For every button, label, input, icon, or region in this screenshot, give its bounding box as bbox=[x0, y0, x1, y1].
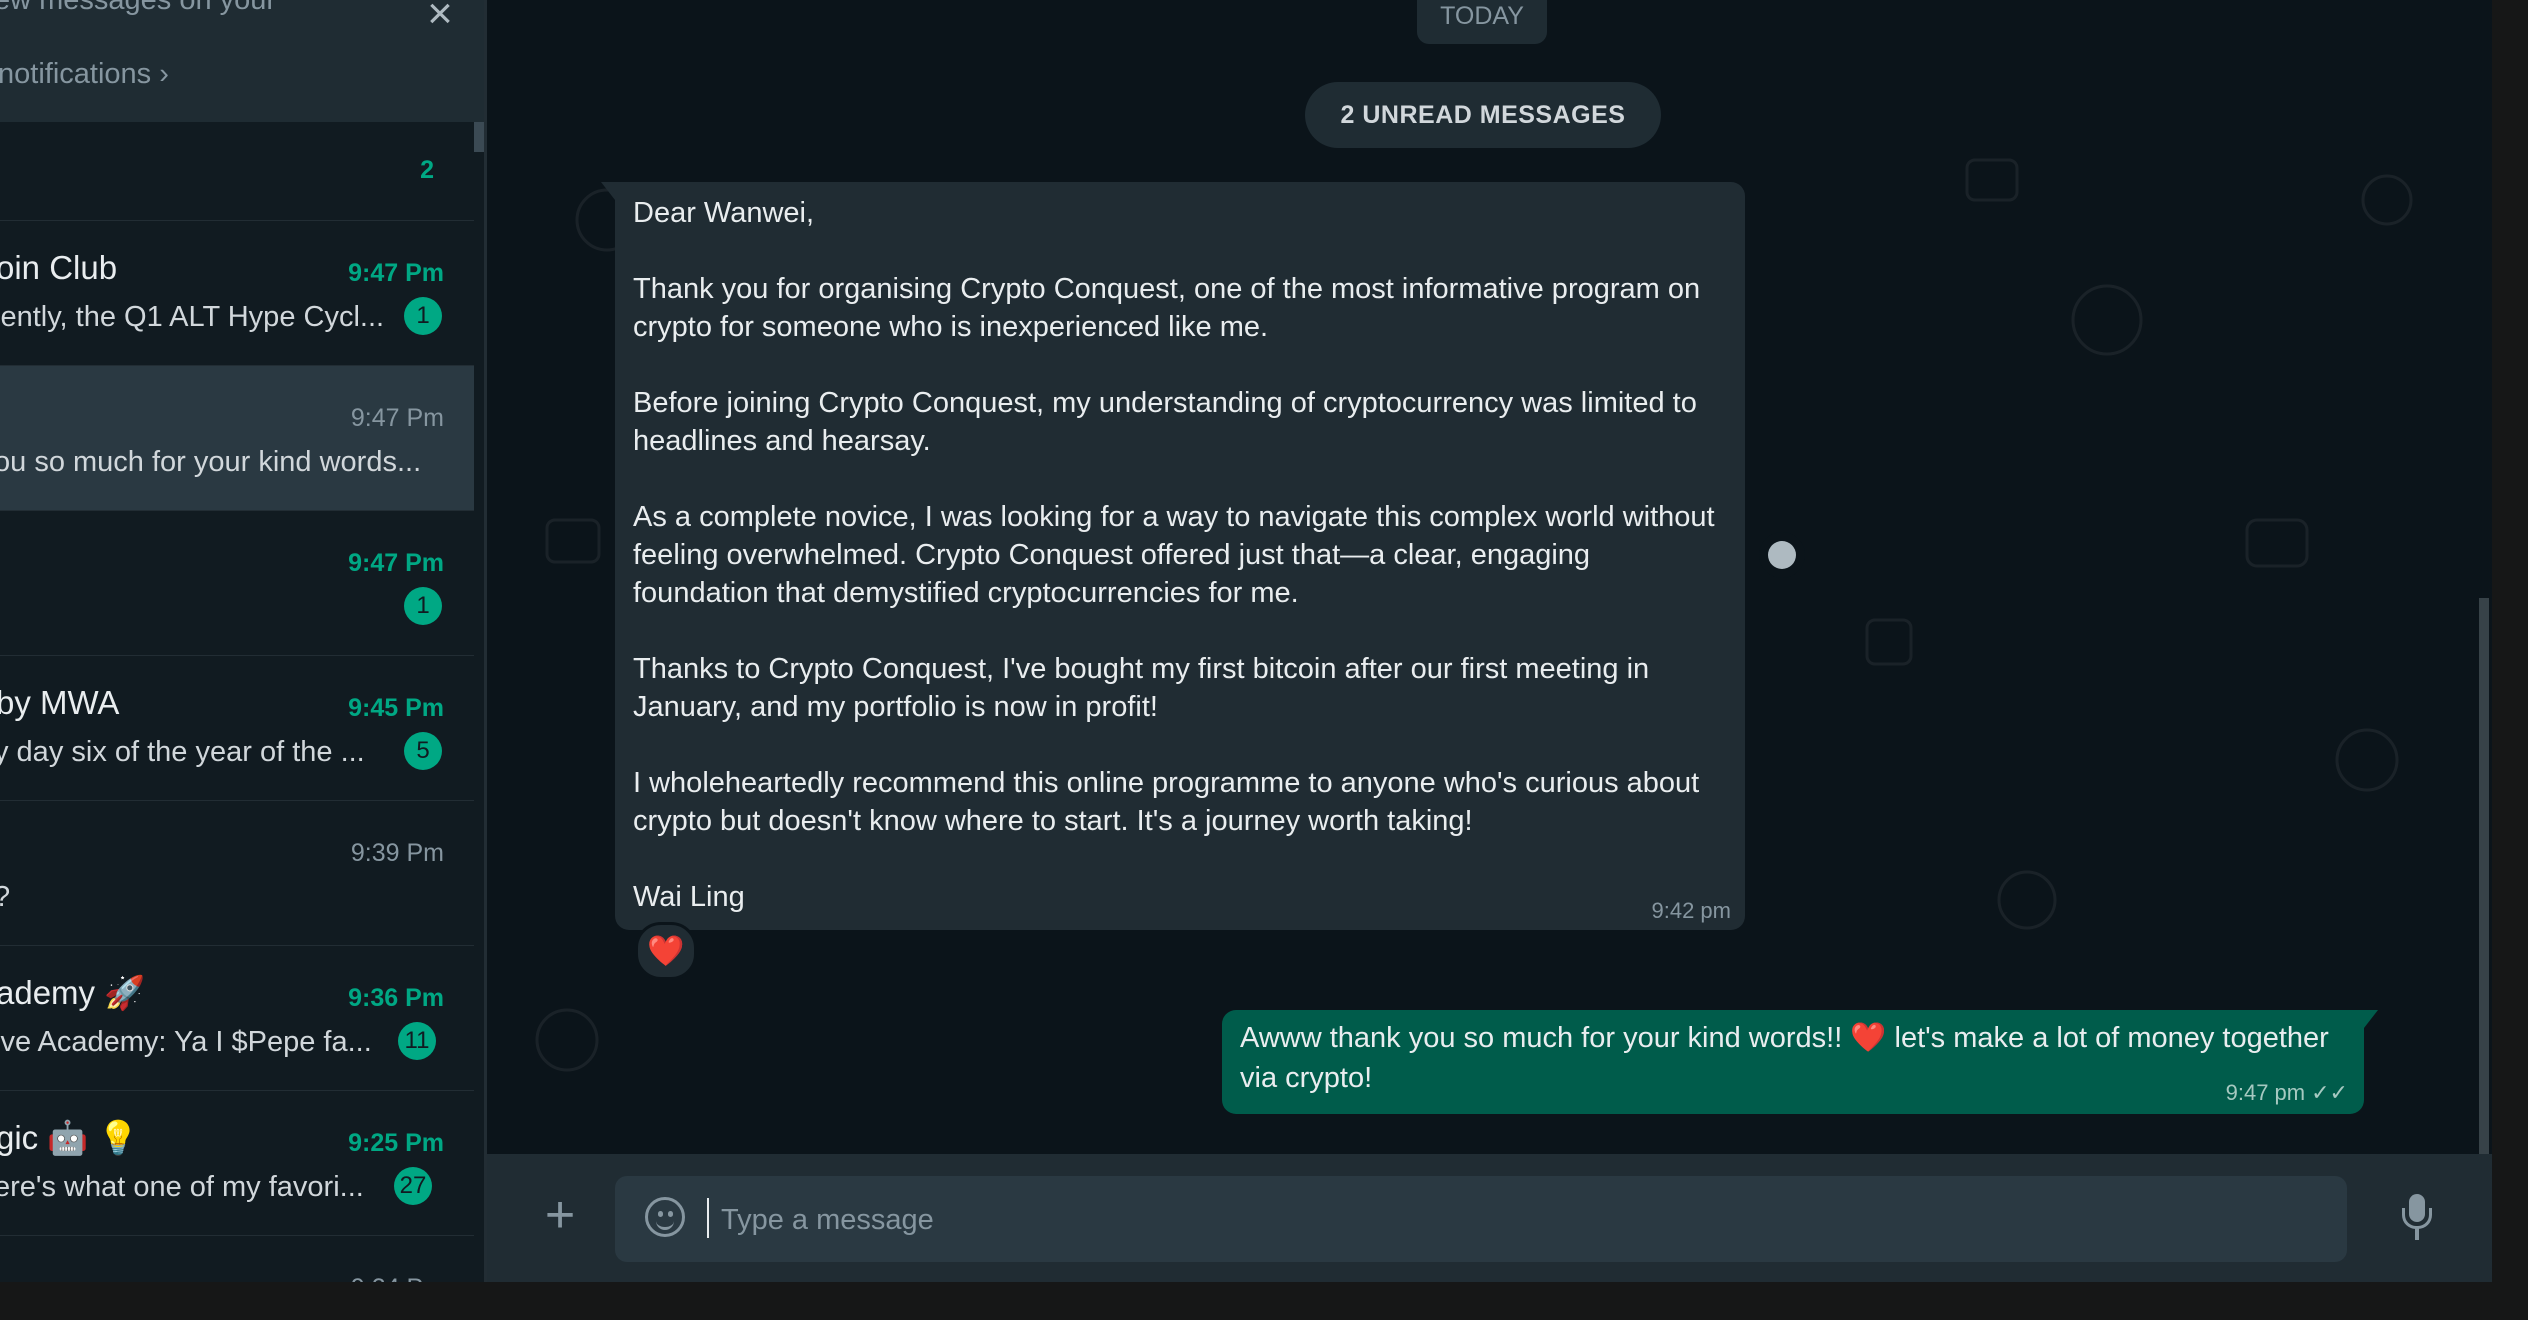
sidebar-scrollbar[interactable] bbox=[474, 122, 484, 152]
unread-badge: 11 bbox=[398, 1022, 436, 1060]
chat-name: by MWA bbox=[0, 684, 120, 721]
turn-on-notifications-link[interactable]: notifications › bbox=[0, 58, 169, 91]
message-time: 9:42 pm bbox=[1651, 898, 1732, 923]
message-paragraph: I wholeheartedly recommend this online p… bbox=[633, 767, 1700, 837]
chat-list-item[interactable]: by MWA 9:45 Pm y day six of the year of … bbox=[0, 656, 474, 801]
react-emoji-icon[interactable] bbox=[1759, 532, 1805, 578]
chat-name: gic 🤖 💡 bbox=[0, 1119, 139, 1156]
conversation-pane: TODAY 2 UNREAD MESSAGES Dear Wanwei, Tha… bbox=[487, 0, 2492, 1282]
chat-list-item[interactable]: 9:39 Pm ? bbox=[0, 801, 474, 946]
close-icon[interactable]: × bbox=[418, 0, 462, 36]
chat-sidebar: ew messages on your notifications › × 2 … bbox=[0, 0, 487, 1282]
chat-preview: lently, the Q1 ALT Hype Cycl... bbox=[0, 301, 385, 333]
notification-banner: ew messages on your notifications › × bbox=[0, 0, 484, 122]
message-signature: Wai Ling bbox=[633, 881, 745, 913]
chat-name: oin Club bbox=[0, 249, 118, 286]
outgoing-message-text: Awww thank you so much for your kind wor… bbox=[1240, 1018, 2346, 1098]
chat-time: 9:24 Pm bbox=[351, 1274, 444, 1282]
message-composer: + bbox=[487, 1154, 2492, 1282]
chat-list-item[interactable]: gic 🤖 💡 9:25 Pm ere's what one of my fav… bbox=[0, 1091, 474, 1236]
date-divider: TODAY bbox=[1417, 0, 1547, 44]
message-text: Awww thank you so much for your kind wor… bbox=[1240, 1022, 1851, 1054]
heart-emoji: ❤️ bbox=[1850, 1022, 1887, 1054]
mic-icon[interactable] bbox=[2397, 1194, 2437, 1244]
chat-list-item[interactable]: ademy 🚀 9:36 Pm ive Academy: Ya I $Pepe … bbox=[0, 946, 474, 1091]
chat-list-item[interactable]: 2 bbox=[0, 122, 474, 221]
chat-preview: ? bbox=[0, 881, 10, 914]
message-time-text: 9:47 pm bbox=[2225, 1080, 2306, 1105]
chat-preview: ere's what one of my favori... bbox=[0, 1171, 364, 1203]
unread-badge: 5 bbox=[404, 732, 442, 770]
plus-icon[interactable]: + bbox=[537, 1189, 583, 1241]
chat-name: ademy 🚀 bbox=[0, 974, 146, 1011]
chat-time: 9:36 Pm bbox=[348, 984, 444, 1012]
unread-count: 2 bbox=[420, 156, 434, 184]
outgoing-message-bubble[interactable]: Awww thank you so much for your kind wor… bbox=[1222, 1010, 2378, 1114]
chat-list-item[interactable]: oin Club 9:47 Pm lently, the Q1 ALT Hype… bbox=[0, 221, 474, 366]
unread-badge: 1 bbox=[404, 297, 442, 335]
double-check-icon: ✓✓ bbox=[2311, 1080, 2348, 1105]
conversation-scrollbar[interactable] bbox=[2479, 598, 2489, 1154]
chat-preview: ou so much for your kind words... bbox=[0, 446, 422, 478]
chat-time: 9:47 Pm bbox=[350, 404, 444, 432]
message-paragraph: Before joining Crypto Conquest, my under… bbox=[633, 387, 1697, 457]
chat-time: 9:39 Pm bbox=[350, 839, 444, 867]
chat-preview: y day six of the year of the ... bbox=[0, 736, 365, 768]
chat-list-item[interactable]: 9:47 Pm 1 bbox=[0, 511, 474, 656]
message-paragraph: Thanks to Crypto Conquest, I've bought m… bbox=[633, 653, 1650, 723]
whatsapp-app: ew messages on your notifications › × 2 … bbox=[0, 0, 2492, 1282]
message-paragraph: Thank you for organising Crypto Conquest… bbox=[633, 273, 1701, 343]
incoming-message-bubble[interactable]: Dear Wanwei, Thank you for organising Cr… bbox=[601, 182, 1745, 930]
message-paragraph: Dear Wanwei, bbox=[633, 197, 815, 229]
chat-list-item-selected[interactable]: 9:47 Pm ou so much for your kind words..… bbox=[0, 366, 474, 511]
chat-time: 9:25 Pm bbox=[348, 1129, 444, 1157]
notification-banner-text: ew messages on your bbox=[0, 0, 277, 16]
heart-reaction[interactable]: ❤️ bbox=[635, 922, 697, 980]
message-input[interactable] bbox=[719, 1196, 2323, 1244]
message-time: 9:47 pm ✓✓ bbox=[2226, 1080, 2348, 1106]
unread-badge: 27 bbox=[394, 1167, 432, 1205]
message-input-box bbox=[615, 1176, 2347, 1262]
message-paragraph: As a complete novice, I was looking for … bbox=[633, 501, 1715, 609]
chat-preview: ive Academy: Ya I $Pepe fa... bbox=[0, 1026, 372, 1058]
emoji-icon[interactable] bbox=[645, 1197, 685, 1237]
chat-time: 9:47 Pm bbox=[348, 549, 444, 577]
chat-time: 9:47 Pm bbox=[348, 259, 444, 287]
chat-list-item[interactable]: 9:24 Pm bbox=[0, 1236, 474, 1282]
chat-time: 9:45 Pm bbox=[348, 694, 444, 722]
bubble-tail bbox=[2364, 1010, 2378, 1028]
bubble-tail bbox=[601, 182, 615, 200]
unread-badge: 1 bbox=[404, 587, 442, 625]
text-caret bbox=[707, 1198, 709, 1238]
unread-messages-divider: 2 UNREAD MESSAGES bbox=[1305, 82, 1661, 148]
chat-list: 2 oin Club 9:47 Pm lently, the Q1 ALT Hy… bbox=[0, 122, 474, 1282]
